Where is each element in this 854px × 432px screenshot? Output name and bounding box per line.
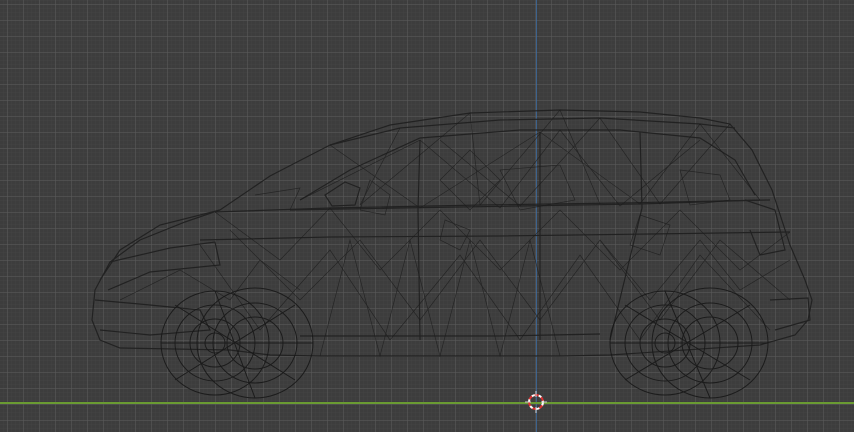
rear-wheel — [609, 287, 769, 399]
rear-light — [744, 199, 786, 256]
3d-cursor-icon[interactable] — [525, 391, 547, 413]
front-bumper — [94, 299, 211, 336]
3d-viewport[interactable] — [0, 0, 854, 432]
mirror — [324, 181, 361, 207]
door-line-c — [609, 131, 643, 341]
side-crease — [199, 231, 791, 241]
roof-line — [329, 117, 736, 146]
car-wireframe-mesh[interactable] — [0, 0, 854, 432]
front-wheel — [160, 287, 314, 399]
hood-line — [99, 209, 221, 281]
door-line-a — [417, 139, 421, 341]
